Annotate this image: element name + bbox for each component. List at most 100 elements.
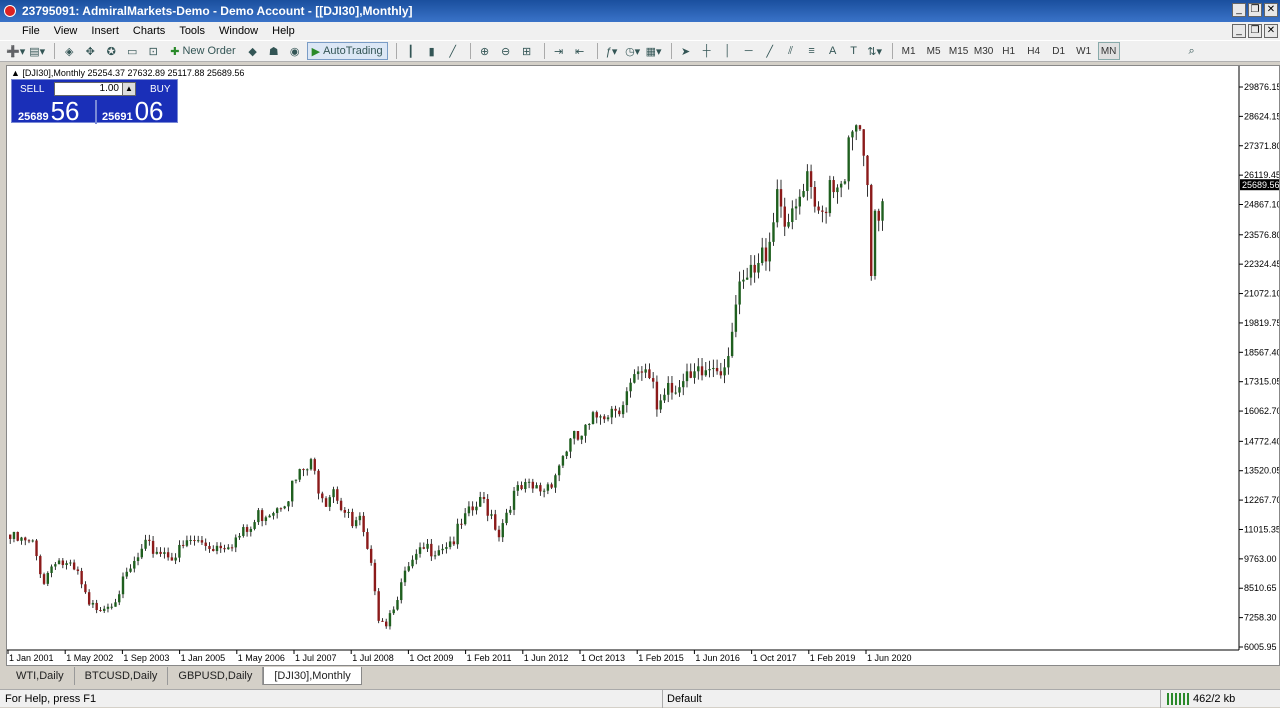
- timeframe-h4[interactable]: H4: [1023, 42, 1045, 60]
- timeframe-m1[interactable]: M1: [898, 42, 920, 60]
- menu-help[interactable]: Help: [265, 25, 302, 37]
- tab-btcusd-daily[interactable]: BTCUSD,Daily: [75, 667, 169, 685]
- arrows-icon[interactable]: ⇅▾: [866, 42, 884, 60]
- candle-body: [118, 594, 121, 603]
- child-close-button[interactable]: ✕: [1264, 24, 1278, 38]
- child-restore-button[interactable]: ❐: [1248, 24, 1262, 38]
- timeframe-m15[interactable]: M15: [948, 42, 970, 60]
- status-connection[interactable]: 462/2 kb: [1160, 690, 1235, 708]
- market-watch-icon[interactable]: ◈: [60, 42, 78, 60]
- candle-body: [27, 540, 31, 542]
- chart-window[interactable]: 29876.15 28624.15 27371.80 26119.45 24867.10…: [6, 65, 1280, 666]
- chart-shift-icon[interactable]: ⇤: [571, 42, 589, 60]
- status-help-text: For Help, press F1: [5, 693, 97, 705]
- candle-body: [366, 532, 369, 549]
- zoom-in-icon[interactable]: ⊕: [476, 42, 494, 60]
- candle-body: [20, 537, 23, 541]
- child-minimize-button[interactable]: _: [1232, 24, 1246, 38]
- sell-price-button[interactable]: 25689 56: [18, 98, 80, 124]
- candle-body: [272, 513, 275, 516]
- tab-wti-daily[interactable]: WTI,Daily: [6, 667, 75, 685]
- menu-view[interactable]: View: [47, 25, 85, 37]
- text-label-icon[interactable]: T: [845, 42, 863, 60]
- candle-body: [114, 602, 117, 607]
- autotrading-button[interactable]: ▶ AutoTrading: [306, 42, 388, 60]
- menu-tools[interactable]: Tools: [172, 25, 212, 37]
- date-label: 1 Jan 2005: [181, 653, 226, 663]
- menu-insert[interactable]: Insert: [84, 25, 126, 37]
- candle-body: [783, 206, 786, 227]
- timeframe-mn[interactable]: MN: [1097, 42, 1120, 60]
- line-chart-icon[interactable]: ╱: [444, 42, 462, 60]
- close-button[interactable]: ✕: [1264, 3, 1278, 17]
- navigator-icon[interactable]: ✪: [102, 42, 120, 60]
- candle-body: [663, 394, 666, 401]
- price-chart[interactable]: 29876.15 28624.15 27371.80 26119.45 24867.10…: [7, 66, 1279, 665]
- menu-charts[interactable]: Charts: [126, 25, 172, 37]
- candle-body: [738, 281, 741, 305]
- window-title: 23795091: AdmiralMarkets-Demo - Demo Acc…: [22, 4, 413, 18]
- cursor-icon[interactable]: ➤: [677, 42, 695, 60]
- new-order-icon: ✚: [170, 45, 180, 58]
- menu-file[interactable]: File: [0, 25, 47, 37]
- community-icon[interactable]: ☗: [265, 42, 283, 60]
- fibonacci-icon[interactable]: ≡: [803, 42, 821, 60]
- templates-icon[interactable]: ▦▾: [645, 42, 663, 60]
- candle-body: [16, 531, 19, 541]
- new-order-button[interactable]: ✚ New Order: [165, 42, 240, 60]
- candle-body: [309, 459, 313, 470]
- vertical-line-icon[interactable]: │: [719, 42, 737, 60]
- timeframe-d1[interactable]: D1: [1048, 42, 1070, 60]
- tab-gbpusd-daily[interactable]: GBPUSD,Daily: [168, 667, 264, 685]
- candlestick-icon[interactable]: ▮: [423, 42, 441, 60]
- candle-body: [497, 529, 501, 538]
- timeframe-m30[interactable]: M30: [973, 42, 995, 60]
- timeframe-w1[interactable]: W1: [1073, 42, 1095, 60]
- candle-body: [779, 189, 783, 207]
- equidistant-channel-icon[interactable]: ⫽: [782, 42, 800, 60]
- candle-body: [358, 515, 362, 521]
- candle-body: [501, 523, 504, 538]
- trendline-icon[interactable]: ╱: [761, 42, 779, 60]
- strategy-tester-icon[interactable]: ⊡: [144, 42, 162, 60]
- candle-body: [95, 602, 98, 611]
- signals-icon[interactable]: ◉: [286, 42, 304, 60]
- timeframe-h1[interactable]: H1: [998, 42, 1020, 60]
- tile-windows-icon[interactable]: ⊞: [518, 42, 536, 60]
- candle-body: [31, 540, 34, 542]
- search-icon[interactable]: ⌕: [1183, 42, 1201, 60]
- horizontal-line-icon[interactable]: ─: [740, 42, 758, 60]
- profiles-icon[interactable]: ▤▾: [28, 42, 46, 60]
- sell-button-label[interactable]: SELL: [20, 84, 44, 95]
- minimize-button[interactable]: _: [1232, 3, 1246, 17]
- timeframe-m5[interactable]: M5: [923, 42, 945, 60]
- restore-button[interactable]: ❐: [1248, 3, 1262, 17]
- autoscroll-icon[interactable]: ⇥: [550, 42, 568, 60]
- bar-chart-icon[interactable]: ┃: [402, 42, 420, 60]
- buy-button-label[interactable]: BUY: [150, 84, 171, 95]
- status-profile[interactable]: Default: [662, 690, 702, 708]
- buy-price-button[interactable]: 25691 06: [102, 98, 164, 124]
- periods-icon[interactable]: ◷▾: [624, 42, 642, 60]
- new-chart-icon[interactable]: ➕▾: [6, 42, 25, 60]
- candle-body: [606, 417, 610, 420]
- candle-body: [418, 547, 422, 554]
- terminal-icon[interactable]: ▭: [123, 42, 141, 60]
- candle-body: [24, 537, 27, 541]
- zoom-out-icon[interactable]: ⊖: [497, 42, 515, 60]
- tab-dji30-monthly[interactable]: [DJI30],Monthly: [263, 667, 362, 685]
- candle-body: [580, 435, 583, 440]
- candle-body: [557, 465, 561, 476]
- date-label: 1 Jul 2008: [352, 653, 394, 663]
- lot-increase-button[interactable]: ▲: [122, 82, 136, 96]
- data-window-icon[interactable]: ✥: [81, 42, 99, 60]
- text-icon[interactable]: A: [824, 42, 842, 60]
- candle-body: [234, 537, 237, 548]
- menu-window[interactable]: Window: [212, 25, 265, 37]
- crosshair-icon[interactable]: ┼: [698, 42, 716, 60]
- candle-body: [667, 382, 670, 395]
- indicators-icon[interactable]: ƒ▾: [603, 42, 621, 60]
- metaeditor-icon[interactable]: ◆: [244, 42, 262, 60]
- candle-body: [674, 392, 677, 394]
- candle-body: [200, 540, 204, 543]
